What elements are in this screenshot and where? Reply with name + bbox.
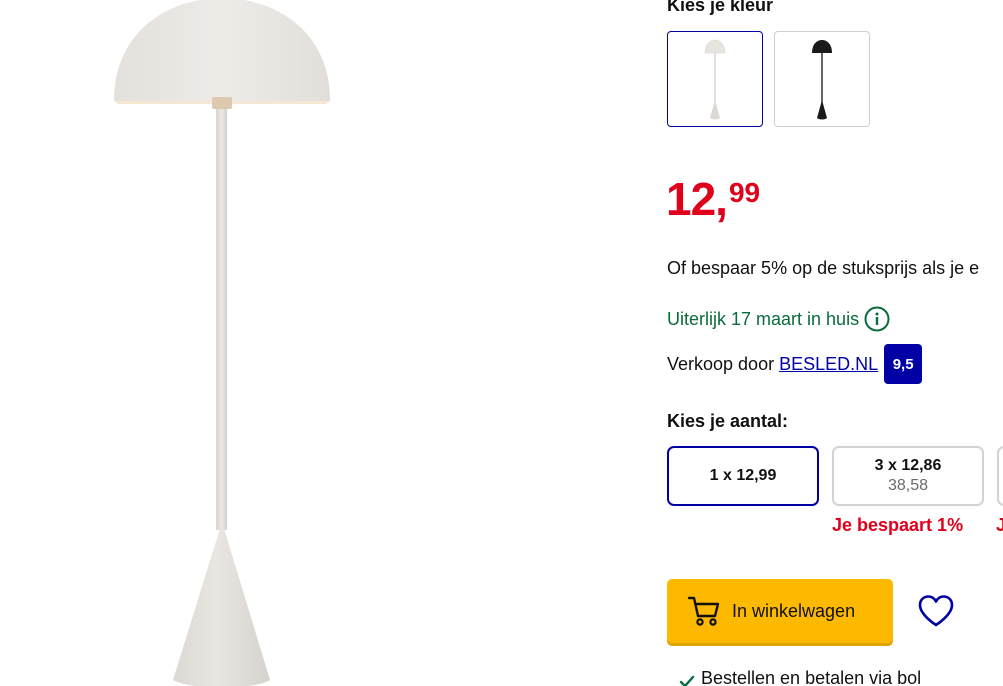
product-page: Kies je kleur 12, 99 Of bespaar 5% op de… — [0, 0, 1003, 686]
delivery-promise: Uiterlijk 17 maart in huis — [667, 305, 890, 333]
price-cents: 99 — [728, 177, 761, 208]
usp-text: Bestellen en betalen via bol — [701, 668, 922, 686]
checkmark-icon — [679, 675, 695, 686]
add-to-cart-label: In winkelwagen — [732, 600, 856, 621]
quantity-heading: Kies je aantal: — [667, 411, 789, 431]
quantity-option-label: 1 x 12,99 — [709, 467, 777, 484]
delivery-text: Uiterlijk 17 maart in huis — [667, 308, 860, 329]
beige-lamp-thumbnail — [704, 39, 726, 120]
seller-link[interactable]: BESLED.NL — [779, 354, 878, 375]
seller-info: Verkoop door BESLED.NL 9,5 — [667, 344, 923, 384]
quantity-savings-label-next: J — [996, 515, 1003, 535]
black-lamp-thumbnail — [812, 40, 832, 120]
color-option-black[interactable] — [774, 31, 870, 127]
heart-icon[interactable] — [917, 594, 955, 628]
shopping-cart-icon — [687, 596, 720, 626]
quantity-option-1[interactable]: 1 x 12,99 — [667, 446, 819, 506]
floor-lamp-illustration — [114, 0, 330, 686]
quantity-option-label: 3 x 12,86 — [874, 457, 942, 474]
quantity-option-next[interactable] — [997, 446, 1003, 506]
info-icon[interactable] — [864, 306, 890, 332]
product-main-image[interactable] — [0, 0, 640, 686]
seller-rating-badge: 9,5 — [884, 344, 923, 384]
quantity-option-total: 38,58 — [887, 477, 929, 494]
price-whole: 12, — [666, 173, 728, 225]
product-price: 12, 99 — [666, 176, 760, 222]
volume-discount-text: Of bespaar 5% op de stuksprijs als je e — [667, 258, 980, 278]
color-option-beige[interactable] — [667, 31, 763, 127]
quantity-savings-label: Je bespaart 1% — [832, 515, 964, 535]
quantity-option-3[interactable]: 3 x 12,86 38,58 — [832, 446, 984, 506]
seller-prefix: Verkoop door — [667, 353, 775, 374]
usp-item: Bestellen en betalen via bol — [679, 668, 921, 686]
color-picker-heading: Kies je kleur — [667, 0, 774, 15]
add-to-cart-button[interactable]: In winkelwagen — [667, 579, 893, 643]
